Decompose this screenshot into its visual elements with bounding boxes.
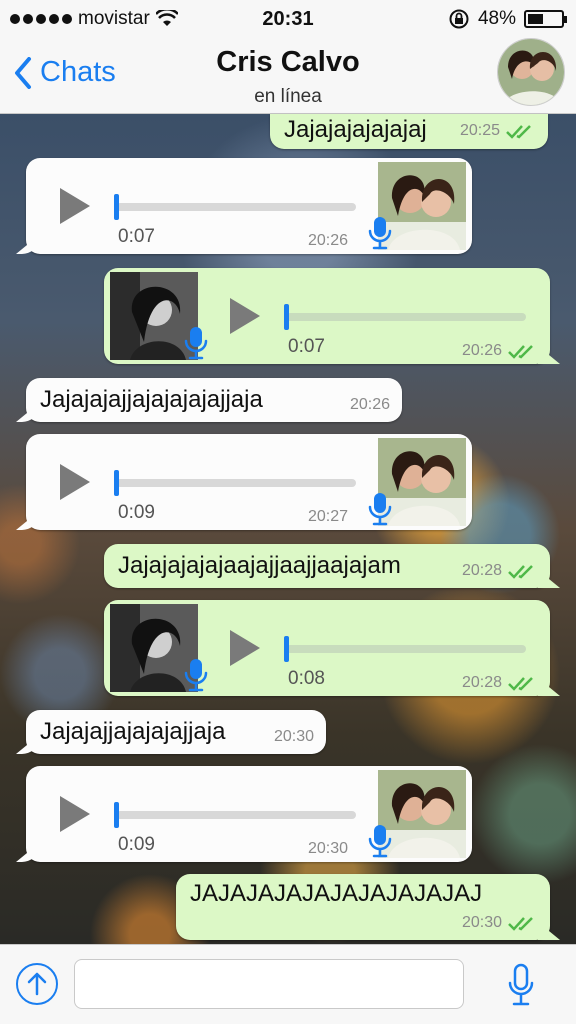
message-text: JAJAJAJAJAJAJAJAJAJAJ [190,880,483,907]
double-check-icon [508,917,533,931]
audio-progress-track[interactable] [116,479,356,487]
message-text: Jajajajjajajajajjaja [40,718,226,745]
play-button[interactable] [60,796,90,832]
audio-scrubber[interactable] [284,636,289,662]
rotation-lock-icon [449,9,469,29]
outgoing-voice-message[interactable]: 0:07 20:26 [104,268,550,364]
battery-icon [524,10,567,28]
audio-progress-track[interactable] [286,313,526,321]
message-time: 20:28 [461,674,502,691]
message-text: Jajajajajajaajajjaajjaajajam [118,552,401,579]
microphone-icon [368,493,392,526]
incoming-voice-message[interactable]: 0:07 20:26 [26,158,472,254]
outgoing-voice-message[interactable]: 0:08 20:28 [104,600,550,696]
message-time: 20:30 [273,728,314,745]
audio-scrubber[interactable] [114,802,119,828]
outgoing-text-message[interactable]: JAJAJAJAJAJAJAJAJAJAJ 20:30 [176,874,550,940]
audio-duration: 0:08 [288,668,325,689]
play-button[interactable] [60,188,90,224]
message-time: 20:28 [461,562,502,579]
chat-header: Chats Cris Calvo en línea [0,38,576,114]
input-bar [0,944,576,1024]
audio-duration: 0:07 [288,336,325,357]
audio-duration: 0:07 [118,226,155,247]
audio-progress-track[interactable] [286,645,526,653]
double-check-icon [508,677,533,691]
record-voice-button[interactable] [506,963,536,1007]
incoming-voice-message[interactable]: 0:09 20:27 [26,434,472,530]
audio-progress-track[interactable] [116,203,356,211]
double-check-icon [508,565,533,579]
audio-progress-track[interactable] [116,811,356,819]
microphone-icon [184,327,208,360]
audio-scrubber[interactable] [114,194,119,220]
message-time: 20:26 [308,232,349,249]
incoming-voice-message[interactable]: 0:09 20:30 [26,766,472,862]
message-text: Jajajajajajajaj [284,116,427,143]
microphone-icon [368,217,392,250]
upload-arrow-icon [27,972,47,996]
play-button[interactable] [60,464,90,500]
outgoing-text-message[interactable]: Jajajajajajaajajjaajjaajajam 20:28 [104,544,550,588]
message-time: 20:30 [308,840,349,857]
contact-name[interactable]: Cris Calvo [0,46,576,79]
audio-duration: 0:09 [118,834,155,855]
message-text: Jajajajajjajajajajajjaja [40,386,263,413]
incoming-text-message[interactable]: Jajajajajjajajajajajjaja 20:26 [26,378,402,422]
message-time: 20:25 [459,122,500,139]
attach-button[interactable] [16,963,58,1005]
contact-status: en línea [254,86,322,107]
microphone-icon [508,963,534,1006]
audio-duration: 0:09 [118,502,155,523]
incoming-text-message[interactable]: Jajajajjajajajajjaja 20:30 [26,710,326,754]
message-input[interactable] [74,959,464,1009]
play-button[interactable] [230,630,260,666]
audio-scrubber[interactable] [284,304,289,330]
double-check-icon [506,125,531,139]
battery-percent: 48% [477,8,516,29]
message-time: 20:30 [461,914,502,931]
audio-scrubber[interactable] [114,470,119,496]
message-time: 20:26 [461,342,502,359]
outgoing-text-message[interactable]: Jajajajajajajaj 20:25 [270,114,548,149]
play-button[interactable] [230,298,260,334]
message-time: 20:26 [349,396,390,413]
message-time: 20:27 [308,508,349,525]
double-check-icon [508,345,533,359]
status-bar: movistar 20:31 48% [0,0,576,38]
microphone-icon [368,825,392,858]
microphone-icon [184,659,208,692]
contact-avatar[interactable] [497,38,565,106]
